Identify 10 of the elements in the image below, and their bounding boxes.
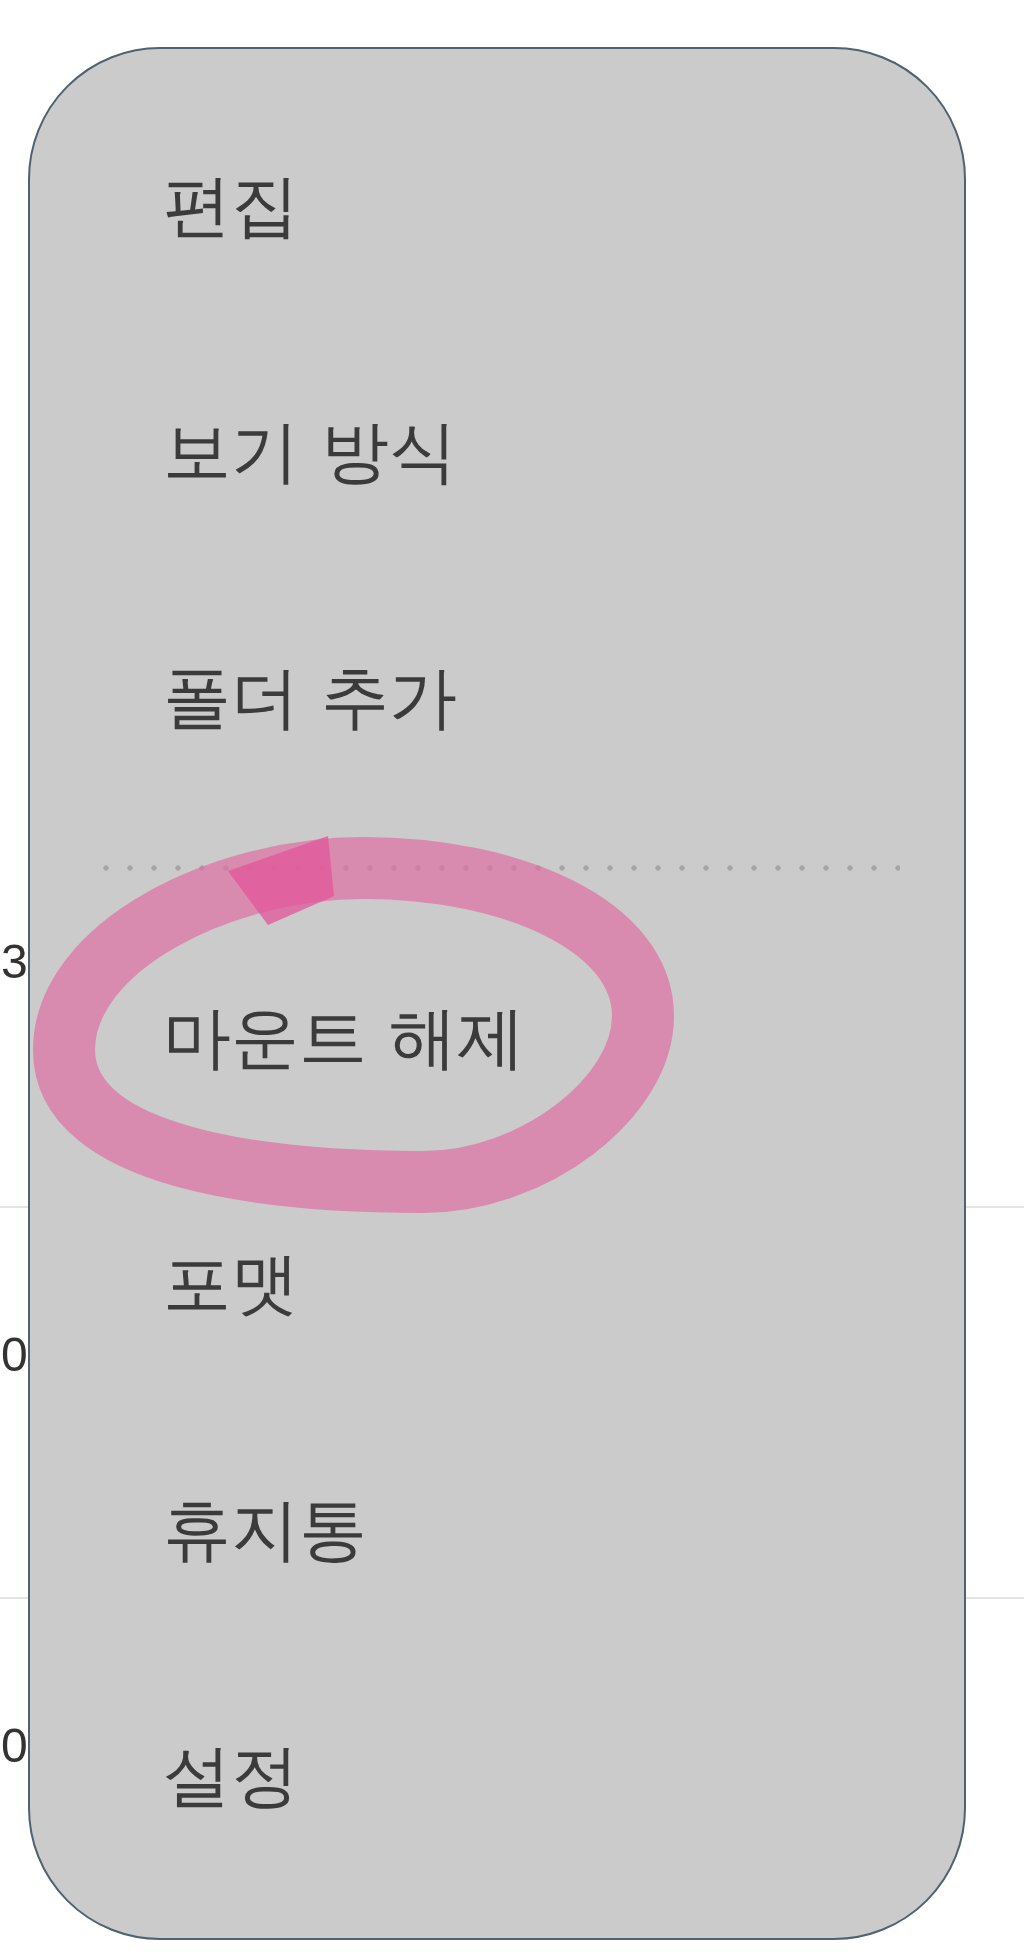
menu-item[interactable]: 마운트 해제 [30, 915, 964, 1161]
menu-item[interactable]: 포맷 [30, 1161, 964, 1407]
menu-item[interactable]: 폴더 추가 [30, 575, 964, 821]
value-text: 0 [1, 1722, 28, 1770]
menu-item[interactable]: 휴지통 [30, 1407, 964, 1653]
menu-item[interactable]: 보기 방식 [30, 329, 964, 575]
value-text: 0 [1, 1331, 28, 1379]
value-text: 3 [1, 938, 28, 986]
menu-item[interactable]: 설정 [30, 1653, 964, 1899]
menu-item[interactable]: 편집 [30, 83, 964, 329]
